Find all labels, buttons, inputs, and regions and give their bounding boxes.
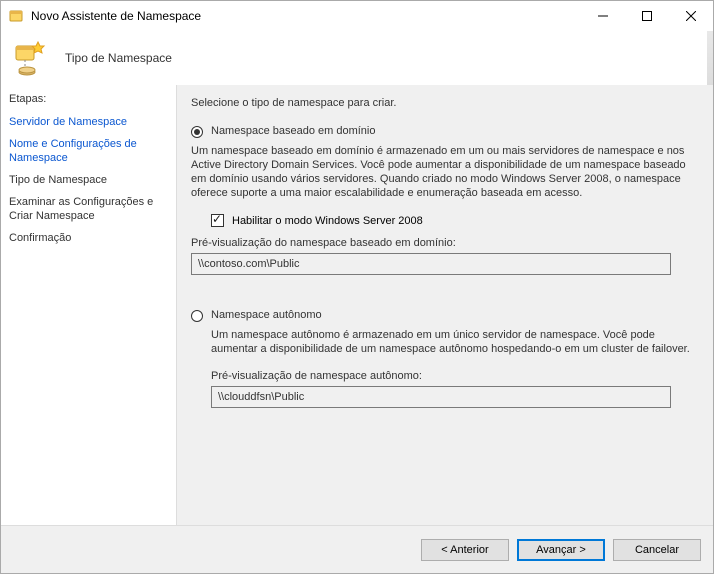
steps-sidebar: Etapas: Servidor de Namespace Nome e Con… (1, 85, 177, 525)
next-button[interactable]: Avançar > (517, 539, 605, 561)
back-button[interactable]: < Anterior (421, 539, 509, 561)
cancel-button[interactable]: Cancelar (613, 539, 701, 561)
option-domain-row: Namespace baseado em domínio (191, 125, 699, 138)
step-review: Examinar as Configurações e Criar Namesp… (9, 195, 176, 223)
minimize-button[interactable] (581, 1, 625, 31)
option-standalone-row: Namespace autônomo (191, 309, 699, 322)
content-area: Etapas: Servidor de Namespace Nome e Con… (1, 85, 713, 525)
window-title: Novo Assistente de Namespace (31, 9, 201, 23)
steps-heading: Etapas: (9, 93, 176, 105)
close-button[interactable] (669, 1, 713, 31)
app-icon (9, 8, 25, 24)
domain-description: Um namespace baseado em domínio é armaze… (191, 144, 699, 200)
radio-standalone[interactable] (191, 310, 203, 322)
checkbox-ws2008-mode[interactable] (211, 214, 224, 227)
step-confirmation: Confirmação (9, 231, 176, 245)
wizard-header-title: Tipo de Namespace (65, 51, 172, 65)
step-name-settings[interactable]: Nome e Configurações de Namespace (9, 137, 176, 165)
instruction-text: Selecione o tipo de namespace para criar… (191, 97, 699, 109)
radio-standalone-label[interactable]: Namespace autônomo (211, 309, 322, 321)
checkbox-ws2008-row: Habilitar o modo Windows Server 2008 (211, 214, 699, 227)
main-panel: Selecione o tipo de namespace para criar… (177, 85, 713, 525)
header-decoration (707, 31, 713, 85)
radio-domain-label[interactable]: Namespace baseado em domínio (211, 125, 375, 137)
radio-domain-based[interactable] (191, 126, 203, 138)
wizard-header: Tipo de Namespace (1, 31, 713, 85)
step-type: Tipo de Namespace (9, 173, 176, 187)
wizard-footer: < Anterior Avançar > Cancelar (1, 525, 713, 573)
standalone-preview-label: Pré-visualização de namespace autônomo: (211, 370, 699, 382)
domain-preview-value: \\contoso.com\Public (191, 253, 671, 275)
step-server[interactable]: Servidor de Namespace (9, 115, 176, 129)
standalone-description: Um namespace autônomo é armazenado em um… (211, 328, 699, 356)
maximize-button[interactable] (625, 1, 669, 31)
wizard-header-icon (13, 38, 53, 78)
checkbox-ws2008-label[interactable]: Habilitar o modo Windows Server 2008 (232, 215, 423, 227)
standalone-preview-value: \\clouddfsn\Public (211, 386, 671, 408)
titlebar: Novo Assistente de Namespace (1, 1, 713, 31)
domain-preview-label: Pré-visualização do namespace baseado em… (191, 237, 699, 249)
